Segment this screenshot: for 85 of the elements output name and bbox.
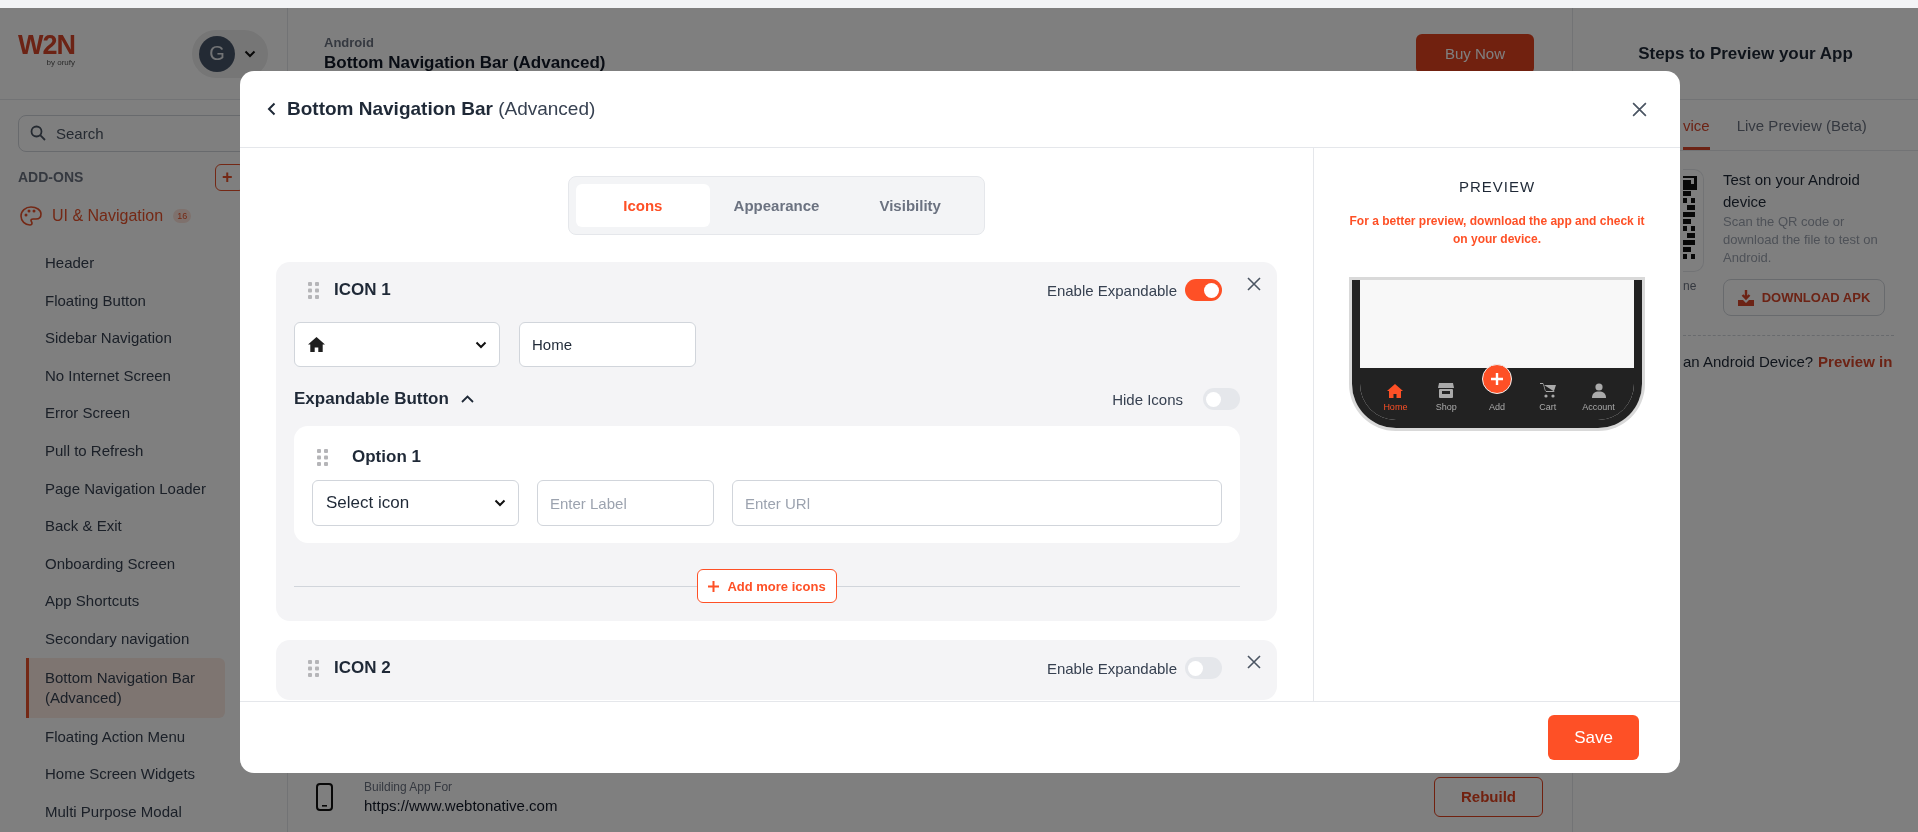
close-icon[interactable] bbox=[1246, 654, 1262, 670]
sidebar-item[interactable]: Secondary navigation bbox=[26, 619, 225, 658]
person-icon bbox=[1591, 383, 1606, 398]
section-title: ADD-ONS bbox=[18, 169, 84, 185]
sidebar-item[interactable]: Pull to Refresh bbox=[26, 431, 225, 470]
download-icon bbox=[1737, 289, 1754, 306]
no-device-text: an Android Device? bbox=[1683, 353, 1814, 371]
download-apk-button[interactable]: DOWNLOAD APK bbox=[1723, 279, 1885, 316]
preview-note: For a better preview, download the app and check it on your device. bbox=[1348, 213, 1646, 248]
sidebar-item[interactable]: Page Navigation Loader bbox=[26, 469, 225, 508]
count-badge: 16 bbox=[173, 209, 192, 223]
platform-label: Android bbox=[324, 34, 375, 50]
drag-handle-icon[interactable] bbox=[308, 281, 319, 299]
add-button-icon bbox=[1482, 364, 1512, 394]
nav-label: Cart bbox=[1539, 402, 1557, 412]
app-url: https://www.webtonative.com bbox=[364, 796, 559, 814]
save-button[interactable]: Save bbox=[1548, 715, 1639, 760]
account-menu[interactable]: G bbox=[192, 29, 268, 78]
section-title[interactable]: Expandable Button bbox=[294, 389, 449, 409]
tab[interactable]: Appearance bbox=[709, 184, 844, 227]
chevron-down-icon bbox=[494, 499, 506, 507]
cart-icon bbox=[1539, 383, 1556, 398]
nav-label: Add bbox=[1488, 402, 1505, 412]
palette-icon bbox=[20, 206, 42, 226]
sidebar-item[interactable]: Error Screen bbox=[26, 394, 225, 432]
category-item[interactable]: UI & Navigation bbox=[52, 207, 164, 225]
logo[interactable]: W2N bbox=[18, 32, 75, 59]
drag-handle-icon[interactable] bbox=[308, 659, 319, 677]
preview-title: PREVIEW bbox=[1458, 177, 1536, 197]
toggle-switch[interactable] bbox=[1185, 657, 1222, 679]
sidebar-item[interactable]: Sidebar Navigation bbox=[26, 319, 225, 357]
home-icon bbox=[1387, 384, 1404, 398]
panel-title: Steps to Preview your App bbox=[1638, 43, 1853, 64]
option-title: Option 1 bbox=[352, 447, 421, 467]
icon-title: ICON 2 bbox=[334, 658, 392, 678]
nav-label: Account bbox=[1582, 402, 1615, 412]
icon-title: ICON 1 bbox=[334, 280, 392, 300]
page-title: Bottom Navigation Bar (Advanced) bbox=[324, 52, 606, 73]
sidebar-item[interactable]: Multi Purpose Modal bbox=[26, 792, 225, 831]
phone-icon bbox=[316, 782, 333, 811]
preview-link[interactable]: Preview in bbox=[1818, 353, 1893, 371]
tab[interactable]: vice bbox=[1683, 117, 1710, 150]
toggle-label: Enable Expandable bbox=[1046, 659, 1177, 677]
logo-tagline: by orufy bbox=[46, 59, 75, 67]
sidebar-item[interactable]: App Shortcuts bbox=[26, 582, 225, 620]
back-icon[interactable] bbox=[267, 102, 276, 116]
chevron-down-icon bbox=[244, 49, 256, 58]
sidebar-item[interactable]: Floating Button bbox=[26, 281, 225, 320]
tab[interactable]: Icons bbox=[576, 184, 710, 227]
toggle-label: Enable Expandable bbox=[1046, 281, 1177, 299]
buy-now-button[interactable]: Buy Now bbox=[1416, 33, 1534, 74]
sidebar-item[interactable]: Bottom Navigation Bar (Advanced) bbox=[26, 657, 225, 718]
sidebar-item[interactable]: No Internet Screen bbox=[26, 356, 225, 395]
caption: Building App For bbox=[364, 779, 454, 794]
nav-label: Shop bbox=[1435, 402, 1457, 412]
nav-label: Home bbox=[1383, 402, 1408, 412]
toggle-switch[interactable] bbox=[1185, 279, 1222, 301]
search-icon bbox=[30, 125, 46, 141]
toggle-switch[interactable] bbox=[1203, 388, 1240, 410]
sidebar-item[interactable]: Back & Exit bbox=[26, 507, 225, 545]
avatar: G bbox=[199, 35, 235, 72]
tab[interactable]: Visibility bbox=[843, 184, 977, 227]
input-field[interactable]: Home bbox=[519, 322, 696, 367]
sidebar-item[interactable]: Home Screen Widgets bbox=[26, 755, 225, 793]
drag-handle-icon[interactable] bbox=[317, 448, 328, 466]
input-field[interactable]: Enter URl bbox=[732, 480, 1222, 526]
add-more-icons-button[interactable]: Add more icons bbox=[697, 569, 837, 603]
qr-caption: ne bbox=[1683, 278, 1698, 294]
sidebar-item[interactable]: Floating Action Menu bbox=[26, 717, 225, 756]
modal-title: Bottom Navigation Bar (Advanced) bbox=[287, 98, 596, 120]
test-title: Test on your Android device bbox=[1723, 170, 1861, 212]
sidebar-item[interactable]: Onboarding Screen bbox=[26, 544, 225, 583]
close-icon[interactable] bbox=[1246, 276, 1262, 292]
tab[interactable]: Live Preview (Beta) bbox=[1736, 117, 1867, 150]
toggle-label: Hide Icons bbox=[1112, 390, 1183, 408]
input-field[interactable]: Enter Label bbox=[537, 480, 714, 526]
home-icon bbox=[308, 337, 325, 352]
sidebar-item[interactable]: Header bbox=[26, 244, 225, 282]
caret-icon[interactable] bbox=[460, 395, 474, 403]
icon-select[interactable]: Select icon bbox=[312, 480, 519, 526]
shop-icon bbox=[1438, 383, 1455, 398]
rebuild-button[interactable]: Rebuild bbox=[1434, 776, 1543, 817]
chevron-down-icon bbox=[475, 340, 487, 349]
close-icon[interactable] bbox=[1631, 100, 1648, 118]
plus-icon bbox=[708, 580, 720, 592]
